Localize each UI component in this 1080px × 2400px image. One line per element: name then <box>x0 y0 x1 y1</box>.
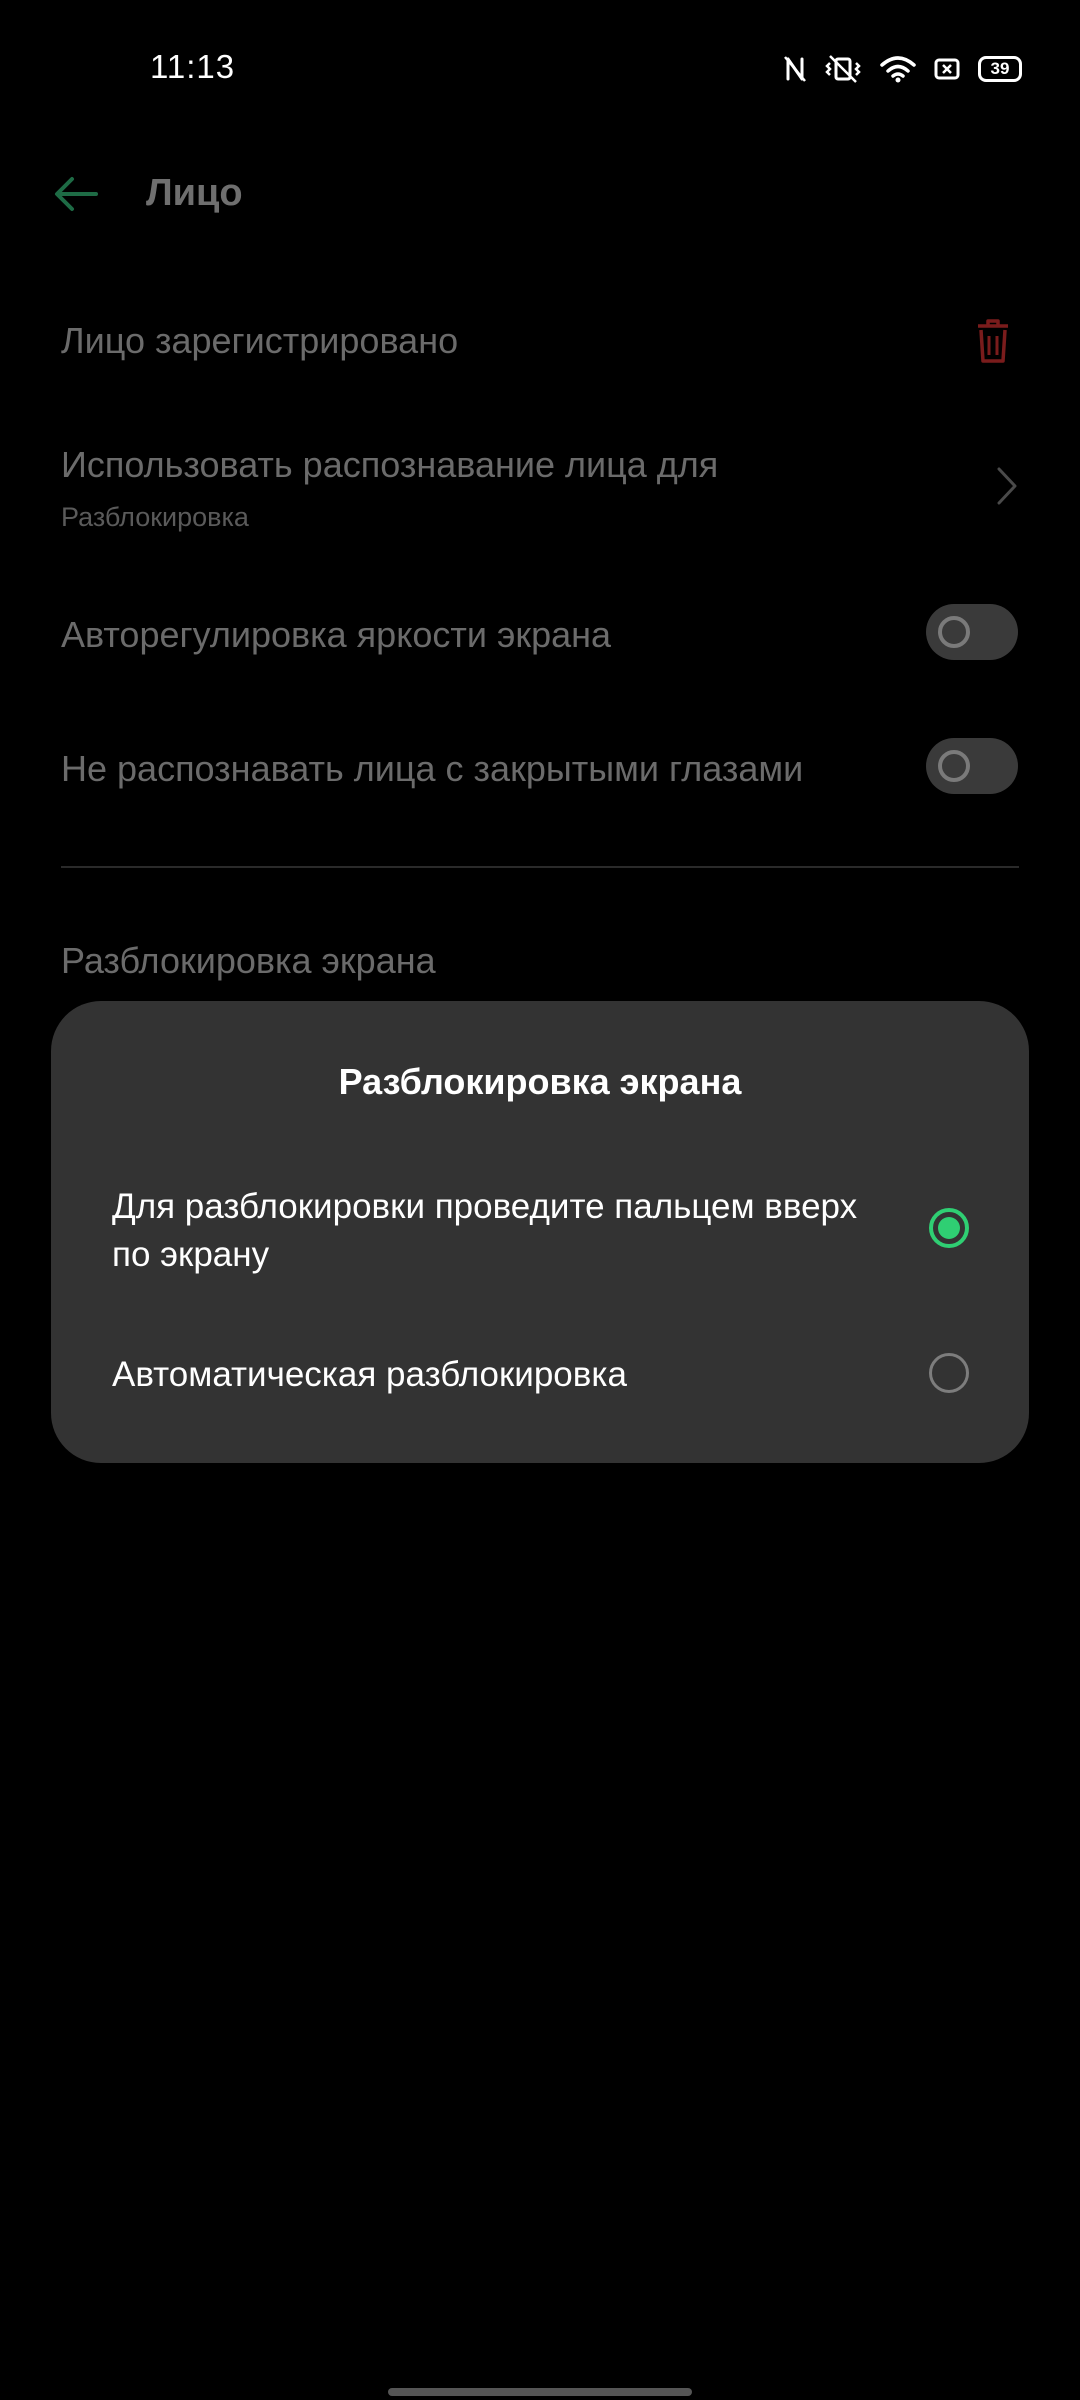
auto-brightness-label: Авторегулировка яркости экрана <box>61 614 612 655</box>
face-registered-label[interactable]: Лицо зарегистрировано <box>61 320 458 362</box>
option-auto-unlock[interactable]: Автоматическая разблокировка <box>51 1341 1029 1411</box>
page-title: Лицо <box>146 172 243 214</box>
dialog-title: Разблокировка экрана <box>338 1061 742 1102</box>
option-auto-unlock-label: Автоматическая разблокировка <box>112 1355 627 1394</box>
radio-selected[interactable] <box>929 1208 969 1248</box>
chevron-right-icon <box>996 466 1018 511</box>
toggle-knob <box>938 616 970 648</box>
home-indicator[interactable] <box>388 2388 692 2396</box>
screen-unlock-dialog: Разблокировка экрана Для разблокировки п… <box>51 1001 1029 1463</box>
closed-eyes-label: Не распознавать лица с закрытыми глазами <box>61 748 804 789</box>
use-face-for-label[interactable]: Использовать распознавание лица для <box>61 444 718 486</box>
auto-brightness-toggle[interactable] <box>926 604 1018 660</box>
radio-dot <box>938 1217 960 1239</box>
option-swipe-up[interactable]: Для разблокировки проведите пальцем ввер… <box>51 1181 1029 1301</box>
option-swipe-up-label: Для разблокировки проведите пальцем ввер… <box>112 1187 858 1274</box>
screen-unlock-label[interactable]: Разблокировка экрана <box>61 940 436 982</box>
arrow-left-icon[interactable] <box>54 176 98 217</box>
screen: 11:13 39 Лицо Лицо зарегистрировано Испо… <box>0 0 1080 2400</box>
divider <box>61 866 1019 868</box>
trash-icon[interactable] <box>976 318 1010 369</box>
toggle-knob <box>938 750 970 782</box>
closed-eyes-toggle[interactable] <box>926 738 1018 794</box>
radio-unselected[interactable] <box>929 1353 969 1393</box>
use-face-for-value: Разблокировка <box>61 502 249 532</box>
